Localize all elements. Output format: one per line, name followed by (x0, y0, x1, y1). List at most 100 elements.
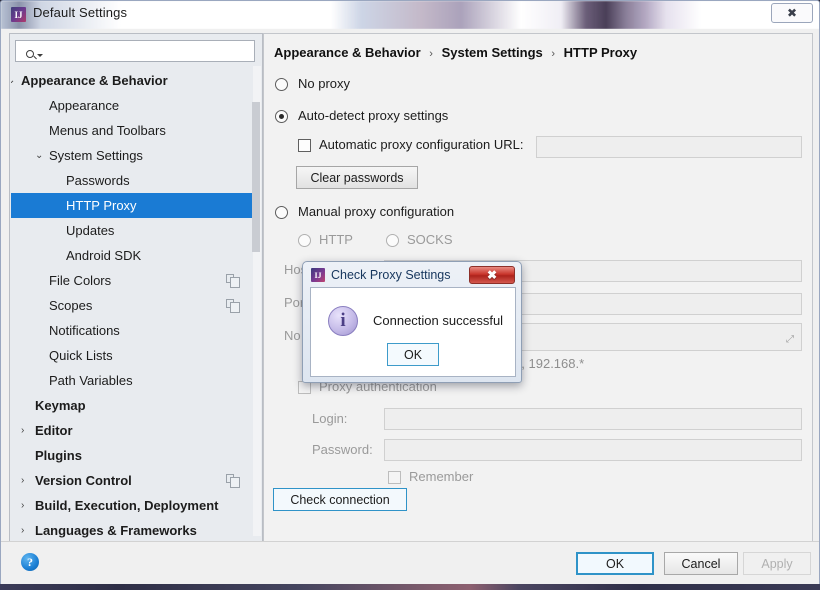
label-password: Password: (312, 442, 373, 457)
breadcrumb-part-1[interactable]: Appearance & Behavior (274, 45, 421, 60)
default-settings-window: IJ Default Settings ✖ ⌄ Appearance & Beha… (0, 0, 820, 585)
label-socks[interactable]: SOCKS (407, 232, 453, 247)
breadcrumb-part-3: HTTP Proxy (563, 45, 638, 60)
sidebar-item-path-variables[interactable]: Path Variables (11, 368, 256, 393)
cancel-button[interactable]: Cancel (664, 552, 738, 575)
label-manual-proxy[interactable]: Manual proxy configuration (298, 204, 454, 219)
label-no-proxy[interactable]: No proxy (298, 76, 350, 91)
sidebar-item-label: Version Control (35, 473, 132, 488)
radio-auto-detect[interactable] (275, 110, 288, 123)
sidebar-item-label: Menus and Toolbars (49, 123, 166, 138)
help-icon[interactable]: ? (21, 553, 39, 571)
sidebar-item-version-control[interactable]: › Version Control (11, 468, 256, 493)
radio-manual-proxy[interactable] (275, 206, 288, 219)
apply-button: Apply (743, 552, 811, 575)
dialog-footer: ? OK Cancel Apply (1, 541, 819, 584)
window-titlebar: IJ Default Settings ✖ (1, 1, 819, 29)
sidebar-item-label: File Colors (49, 273, 112, 288)
sidebar-item-keymap[interactable]: Keymap (11, 393, 256, 418)
info-icon: i (328, 306, 358, 336)
dialog-body: i Connection successful OK (310, 287, 516, 377)
sidebar-item-label: Languages & Frameworks (35, 523, 197, 538)
sidebar-item-passwords[interactable]: Passwords (11, 168, 256, 193)
input-login[interactable] (384, 408, 802, 430)
input-password[interactable] (384, 439, 802, 461)
breadcrumb-part-2[interactable]: System Settings (442, 45, 543, 60)
intellij-logo-icon: IJ (11, 7, 26, 22)
sidebar-item-label: Keymap (35, 398, 86, 413)
chevron-down-icon[interactable]: ⌄ (11, 75, 17, 86)
sidebar-item-label: Scopes (49, 298, 93, 313)
sidebar-item-scopes[interactable]: Scopes (11, 293, 256, 318)
sidebar-item-languages-frameworks[interactable]: › Languages & Frameworks (11, 518, 256, 538)
search-icon (21, 45, 43, 59)
label-auto-config-url[interactable]: Automatic proxy configuration URL: (319, 137, 523, 152)
breadcrumb-separator-1: › (429, 48, 433, 60)
settings-sidebar: ⌄ Appearance & Behavior Appearance Menus an… (9, 33, 263, 541)
sidebar-item-appearance[interactable]: Appearance (11, 93, 256, 118)
chevron-right-icon[interactable]: › (21, 425, 31, 436)
sidebar-item-file-colors[interactable]: File Colors (11, 268, 256, 293)
radio-socks[interactable] (386, 234, 399, 247)
sidebar-item-label: Build, Execution, Deployment (35, 498, 219, 513)
chevron-right-icon[interactable]: › (21, 475, 31, 486)
chevron-right-icon[interactable]: › (21, 500, 31, 511)
label-remember[interactable]: Remember (409, 469, 473, 484)
sidebar-item-label: Updates (66, 223, 115, 238)
dialog-ok-button[interactable]: OK (387, 343, 439, 366)
sidebar-item-plugins[interactable]: Plugins (11, 443, 256, 468)
check-proxy-settings-dialog: IJ Check Proxy Settings ✖ i Connection s… (302, 261, 522, 383)
close-icon[interactable]: ✖ (771, 3, 813, 23)
sidebar-item-editor[interactable]: › Editor (11, 418, 256, 443)
sidebar-scrollbar-track[interactable] (252, 66, 261, 536)
settings-tree: ⌄ Appearance & Behavior Appearance Menus an… (11, 68, 256, 538)
sidebar-item-notifications[interactable]: Notifications (11, 318, 256, 343)
sidebar-item-label: Appearance (49, 98, 120, 113)
sidebar-item-label: System Settings (49, 148, 143, 163)
sidebar-scrollbar-thumb[interactable] (252, 102, 260, 252)
copy-icon (226, 474, 240, 488)
radio-no-proxy[interactable] (275, 78, 288, 91)
sidebar-item-label: Android SDK (66, 248, 142, 263)
chevron-right-icon[interactable]: › (21, 525, 31, 536)
sidebar-item-http-proxy[interactable]: HTTP Proxy (11, 193, 256, 218)
checkbox-auto-config-url[interactable] (298, 139, 311, 152)
sidebar-item-label: Appearance & Behavior (21, 73, 168, 88)
label-login: Login: (312, 411, 348, 426)
sidebar-item-label: Editor (35, 423, 73, 438)
intellij-logo-icon: IJ (311, 268, 325, 282)
search-box[interactable] (15, 40, 255, 62)
desktop-bottom-bleed (0, 584, 820, 590)
label-auto-detect[interactable]: Auto-detect proxy settings (298, 108, 448, 123)
sidebar-item-android-sdk[interactable]: Android SDK (11, 243, 256, 268)
chevron-down-icon[interactable]: ⌄ (35, 150, 45, 161)
sidebar-item-quick-lists[interactable]: Quick Lists (11, 343, 256, 368)
sidebar-item-label: HTTP Proxy (66, 198, 137, 213)
dialog-message: Connection successful (373, 313, 504, 328)
search-input[interactable] (40, 42, 252, 60)
copy-icon (226, 274, 240, 288)
settings-content: ⌄ Appearance & Behavior Appearance Menus an… (1, 29, 819, 541)
sidebar-item-build-execution-deployment[interactable]: › Build, Execution, Deployment (11, 493, 256, 518)
checkbox-remember[interactable] (388, 471, 401, 484)
breadcrumb-separator-2: › (551, 48, 556, 60)
sidebar-item-label: Notifications (49, 323, 120, 338)
clear-passwords-button[interactable]: Clear passwords (296, 166, 418, 189)
breadcrumb: Appearance & Behavior › System Settings … (274, 45, 637, 60)
sidebar-item-label: Quick Lists (49, 348, 113, 363)
sidebar-item-appearance-behavior[interactable]: ⌄ Appearance & Behavior (11, 68, 256, 93)
input-auto-config-url[interactable] (536, 136, 802, 158)
sidebar-item-label: Passwords (66, 173, 130, 188)
sidebar-item-system-settings[interactable]: ⌄ System Settings (11, 143, 256, 168)
dialog-title: Check Proxy Settings (331, 268, 451, 282)
radio-http[interactable] (298, 234, 311, 247)
sidebar-item-menus-and-toolbars[interactable]: Menus and Toolbars (11, 118, 256, 143)
check-connection-button[interactable]: Check connection (273, 488, 407, 511)
dialog-close-icon[interactable]: ✖ (469, 266, 515, 284)
label-http[interactable]: HTTP (319, 232, 353, 247)
ok-button[interactable]: OK (576, 552, 654, 575)
sidebar-item-updates[interactable]: Updates (11, 218, 256, 243)
window-title: Default Settings (33, 5, 128, 20)
resize-handle-icon[interactable]: ⤢ (786, 334, 794, 345)
sidebar-item-label: Path Variables (49, 373, 133, 388)
